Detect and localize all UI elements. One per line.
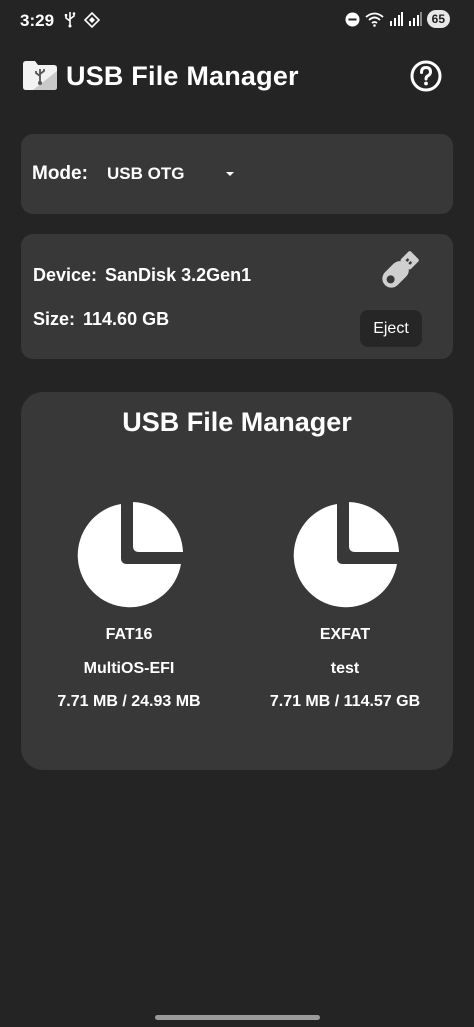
volumes-card: USB File Manager FAT16 MultiOS-EFI 7.71 … xyxy=(21,392,453,770)
pie-chart-icon xyxy=(293,502,399,608)
volume-filesystem: FAT16 xyxy=(105,626,153,643)
device-size-value: 114.60 GB xyxy=(83,309,170,329)
help-icon xyxy=(410,60,442,92)
device-size-label: Size: xyxy=(33,309,76,329)
mode-label: Mode: xyxy=(32,163,88,184)
device-size-row: Size: 114.60 GB xyxy=(33,309,169,330)
volume-label: test xyxy=(330,660,360,677)
vpn-icon xyxy=(84,11,100,28)
volume-filesystem: EXFAT xyxy=(319,626,371,643)
status-bar: 3:29 65 xyxy=(0,0,474,44)
volume-item[interactable]: FAT16 MultiOS-EFI 7.71 MB / 24.93 MB xyxy=(21,498,237,728)
device-name-label: Device: xyxy=(33,265,98,285)
device-card: Device: SanDisk 3.2Gen1 Size: 114.60 GB Ej… xyxy=(21,234,453,359)
mode-selected-value: USB OTG xyxy=(107,164,185,183)
battery-indicator: 65 xyxy=(426,10,450,28)
mode-dropdown[interactable]: USB OTG xyxy=(97,156,247,192)
usb-icon xyxy=(64,12,76,28)
volume-usage: 7.71 MB / 114.57 GB xyxy=(269,693,421,710)
device-name-value: SanDisk 3.2Gen1 xyxy=(105,265,252,285)
status-time: 3:29 xyxy=(20,11,55,30)
volume-item[interactable]: EXFAT test 7.71 MB / 114.57 GB xyxy=(237,498,453,728)
signal-icon xyxy=(389,12,403,26)
device-name-row: Device: SanDisk 3.2Gen1 xyxy=(33,265,251,286)
status-left-icons xyxy=(64,11,100,28)
pie-chart-icon xyxy=(77,502,183,608)
mode-card: Mode: USB OTG xyxy=(21,134,453,214)
gesture-nav-handle[interactable] xyxy=(155,1015,320,1020)
do-not-disturb-icon xyxy=(345,12,360,26)
usb-drive-icon xyxy=(382,251,419,288)
help-button[interactable] xyxy=(408,58,444,94)
eject-button[interactable]: Eject xyxy=(360,310,422,347)
wifi-icon xyxy=(365,12,384,27)
volumes-title: USB File Manager xyxy=(122,407,352,437)
volume-label: MultiOS-EFI xyxy=(83,660,175,677)
app-title: USB File Manager xyxy=(66,61,299,91)
volume-usage: 7.71 MB / 24.93 MB xyxy=(57,693,201,710)
usb-folder-icon xyxy=(23,61,57,90)
status-right-icons: 65 xyxy=(345,10,450,28)
dropdown-arrow-icon xyxy=(226,172,234,176)
signal-icon xyxy=(408,12,422,26)
app-bar: USB File Manager xyxy=(0,50,474,106)
